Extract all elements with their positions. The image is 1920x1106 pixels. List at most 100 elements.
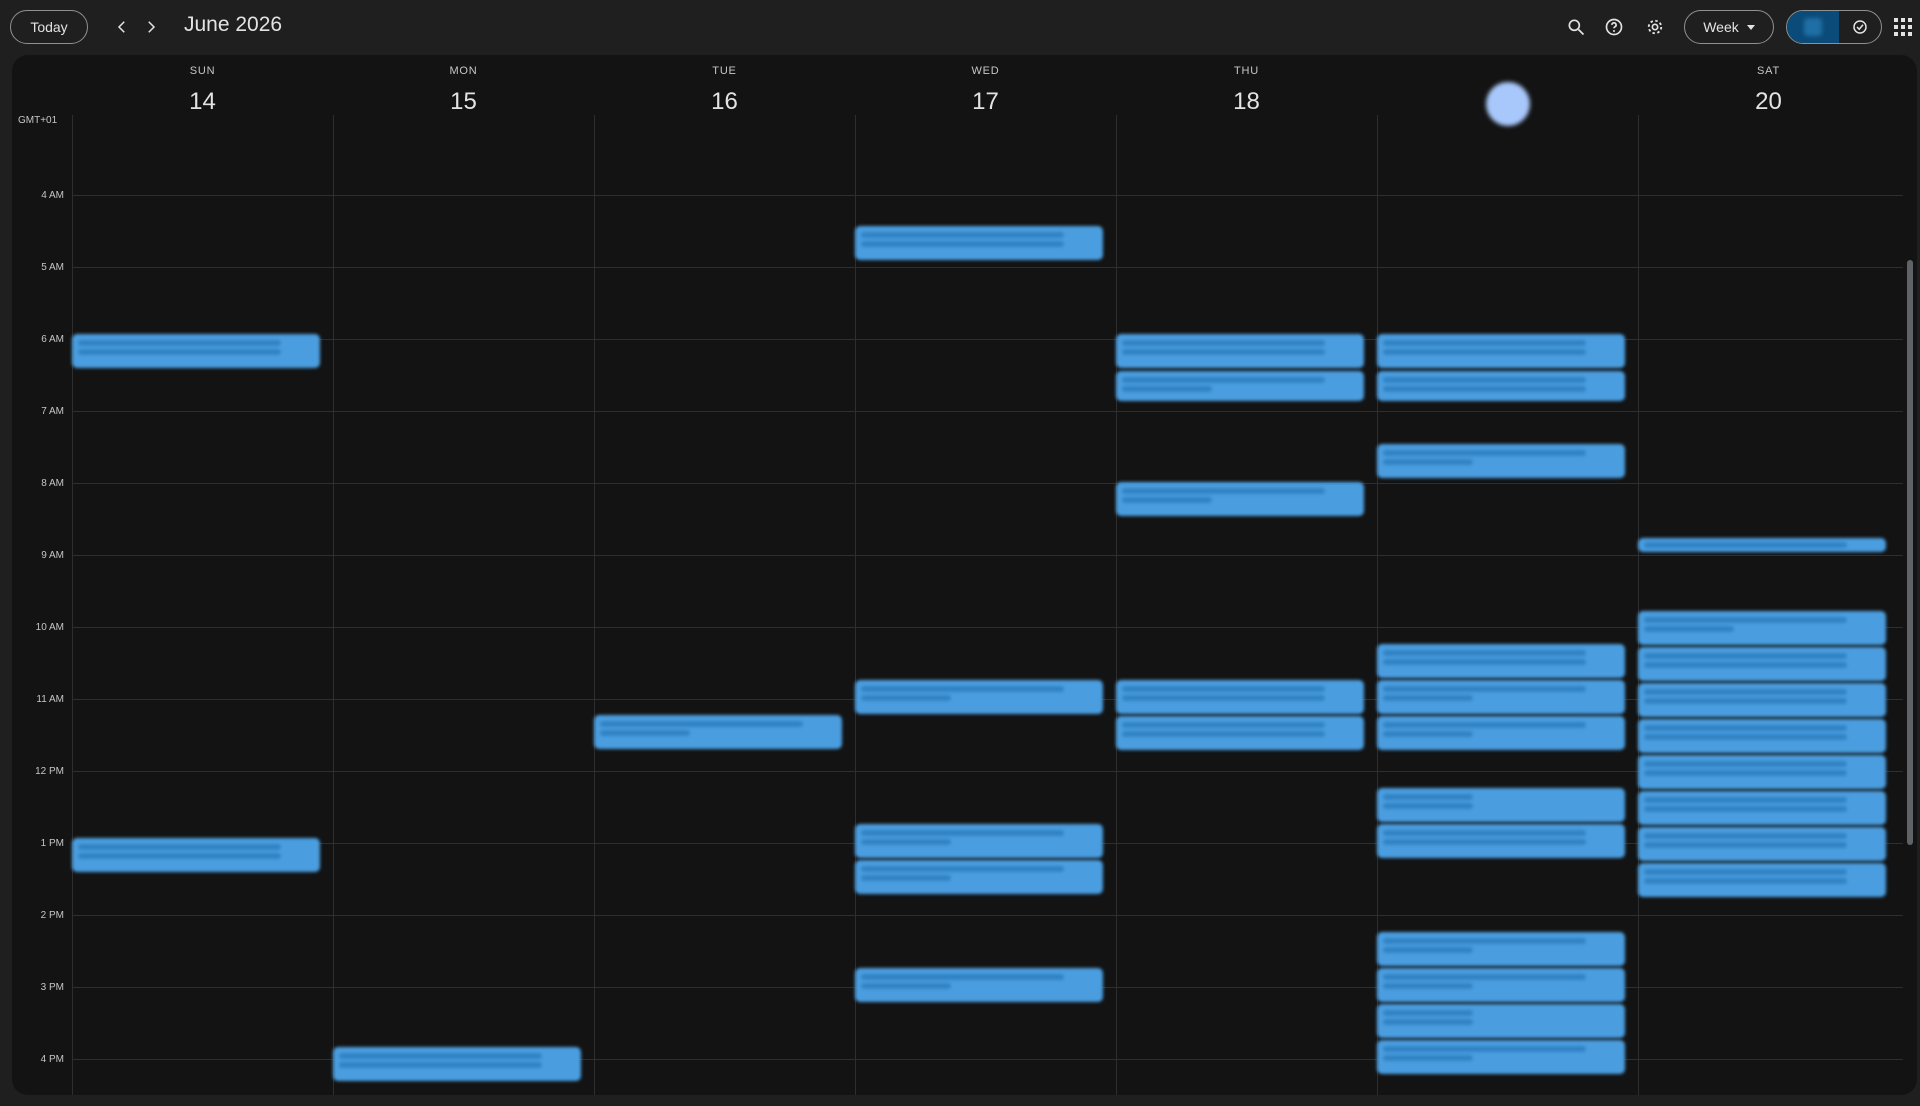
chevron-left-icon: [117, 21, 125, 33]
calendar-event[interactable]: [1638, 647, 1886, 681]
vertical-scrollbar[interactable]: [1907, 260, 1913, 845]
hour-line: [72, 555, 1903, 556]
month-title: June 2026: [184, 13, 283, 36]
hour-line: [72, 195, 1903, 196]
settings-button[interactable]: [1641, 13, 1669, 41]
day-header-wed[interactable]: WED 17: [855, 55, 1116, 117]
calendar-event[interactable]: [333, 1047, 581, 1081]
caret-down-icon: [1746, 24, 1755, 30]
previous-week-button[interactable]: [108, 13, 136, 41]
calendar-event[interactable]: [594, 715, 842, 749]
help-button[interactable]: [1600, 13, 1628, 41]
hour-label: 3 PM: [40, 982, 64, 993]
view-selector[interactable]: Week: [1684, 10, 1774, 44]
hour-line: [72, 771, 1903, 772]
hour-line: [72, 339, 1903, 340]
day-divider: [1638, 115, 1639, 1095]
calendar-event[interactable]: [855, 968, 1103, 1002]
hour-label: 12 PM: [35, 766, 64, 777]
hour-line: [72, 411, 1903, 412]
day-abbr: SUN: [189, 65, 216, 77]
day-header-mon[interactable]: MON 15: [333, 55, 594, 117]
calendar-event[interactable]: [72, 838, 320, 872]
hour-line: [72, 483, 1903, 484]
day-number: 20: [1755, 88, 1782, 115]
calendar-event[interactable]: [1116, 371, 1364, 401]
calendar-event[interactable]: [1377, 968, 1625, 1002]
day-abbr: SAT: [1757, 65, 1780, 77]
hour-label: 7 AM: [41, 406, 64, 417]
calendar-event[interactable]: [855, 860, 1103, 894]
day-number: 15: [450, 88, 477, 115]
next-week-button[interactable]: [137, 13, 165, 41]
day-divider: [333, 115, 334, 1095]
chevron-right-icon: [148, 21, 156, 33]
hour-label: 11 AM: [36, 694, 64, 705]
hour-line: [72, 915, 1903, 916]
hour-label: 10 AM: [35, 622, 64, 633]
calendar-event[interactable]: [1116, 482, 1364, 516]
apps-grid-icon[interactable]: [1893, 17, 1913, 37]
calendar-icon: [1804, 18, 1822, 36]
hour-label: 4 PM: [40, 1054, 64, 1065]
calendar-event[interactable]: [1638, 863, 1886, 897]
time-grid[interactable]: [72, 115, 1903, 1095]
calendar-event[interactable]: [1638, 683, 1886, 717]
calendar-event[interactable]: [1377, 644, 1625, 678]
calendar-event[interactable]: [1377, 788, 1625, 822]
calendar-event[interactable]: [1377, 1004, 1625, 1038]
calendar-event[interactable]: [1638, 611, 1886, 645]
day-header-today[interactable]: [1377, 55, 1638, 126]
calendar-event[interactable]: [1116, 334, 1364, 368]
calendar-event[interactable]: [855, 226, 1103, 260]
day-header-sun[interactable]: SUN 14: [72, 55, 333, 117]
day-abbr: WED: [971, 65, 1000, 77]
view-selector-label: Week: [1703, 19, 1739, 35]
top-bar: Today June 2026 Week: [0, 0, 1920, 55]
calendar-event[interactable]: [1116, 716, 1364, 750]
calendar-toggle-button[interactable]: [1787, 11, 1839, 43]
calendar-event[interactable]: [1377, 1040, 1625, 1074]
calendar-event[interactable]: [1116, 680, 1364, 714]
tasks-toggle-button[interactable]: [1839, 11, 1881, 43]
calendar-event[interactable]: [1377, 444, 1625, 478]
day-number: 16: [711, 88, 738, 115]
calendar-tasks-toggle: [1786, 10, 1882, 44]
today-button[interactable]: Today: [10, 10, 88, 44]
calendar-event[interactable]: [72, 334, 320, 368]
calendar-event[interactable]: [1377, 680, 1625, 714]
day-header-thu[interactable]: THU 18: [1116, 55, 1377, 117]
search-icon: [1568, 19, 1585, 36]
hour-label: 6 AM: [41, 334, 64, 345]
day-number: 18: [1233, 88, 1260, 115]
hour-label: 8 AM: [41, 478, 64, 489]
day-divider: [72, 115, 73, 1095]
calendar-week-view: SUN 14 MON 15 TUE 16 WED 17 THU 18 SAT 2…: [12, 55, 1917, 1095]
calendar-event[interactable]: [1377, 716, 1625, 750]
calendar-event[interactable]: [1377, 371, 1625, 401]
hour-line: [72, 627, 1903, 628]
calendar-event[interactable]: [1638, 755, 1886, 789]
calendar-event[interactable]: [1638, 827, 1886, 861]
calendar-event[interactable]: [1638, 538, 1886, 552]
calendar-event[interactable]: [855, 680, 1103, 714]
hour-label: 4 AM: [41, 190, 64, 201]
gear-icon: [1647, 19, 1663, 35]
calendar-event[interactable]: [1638, 791, 1886, 825]
day-abbr: MON: [449, 65, 478, 77]
calendar-event[interactable]: [1638, 719, 1886, 753]
calendar-event[interactable]: [1377, 334, 1625, 368]
day-number: 17: [972, 88, 999, 115]
hour-label: 2 PM: [40, 910, 64, 921]
calendar-event[interactable]: [1377, 824, 1625, 858]
hour-label: 1 PM: [40, 838, 64, 849]
calendar-event[interactable]: [855, 824, 1103, 858]
hour-line: [72, 267, 1903, 268]
day-number: 14: [189, 88, 216, 115]
task-check-icon: [1853, 20, 1867, 34]
calendar-event[interactable]: [1377, 932, 1625, 966]
day-header-sat[interactable]: SAT 20: [1638, 55, 1899, 117]
hour-label: 9 AM: [41, 550, 64, 561]
day-header-tue[interactable]: TUE 16: [594, 55, 855, 117]
search-button[interactable]: [1562, 13, 1590, 41]
